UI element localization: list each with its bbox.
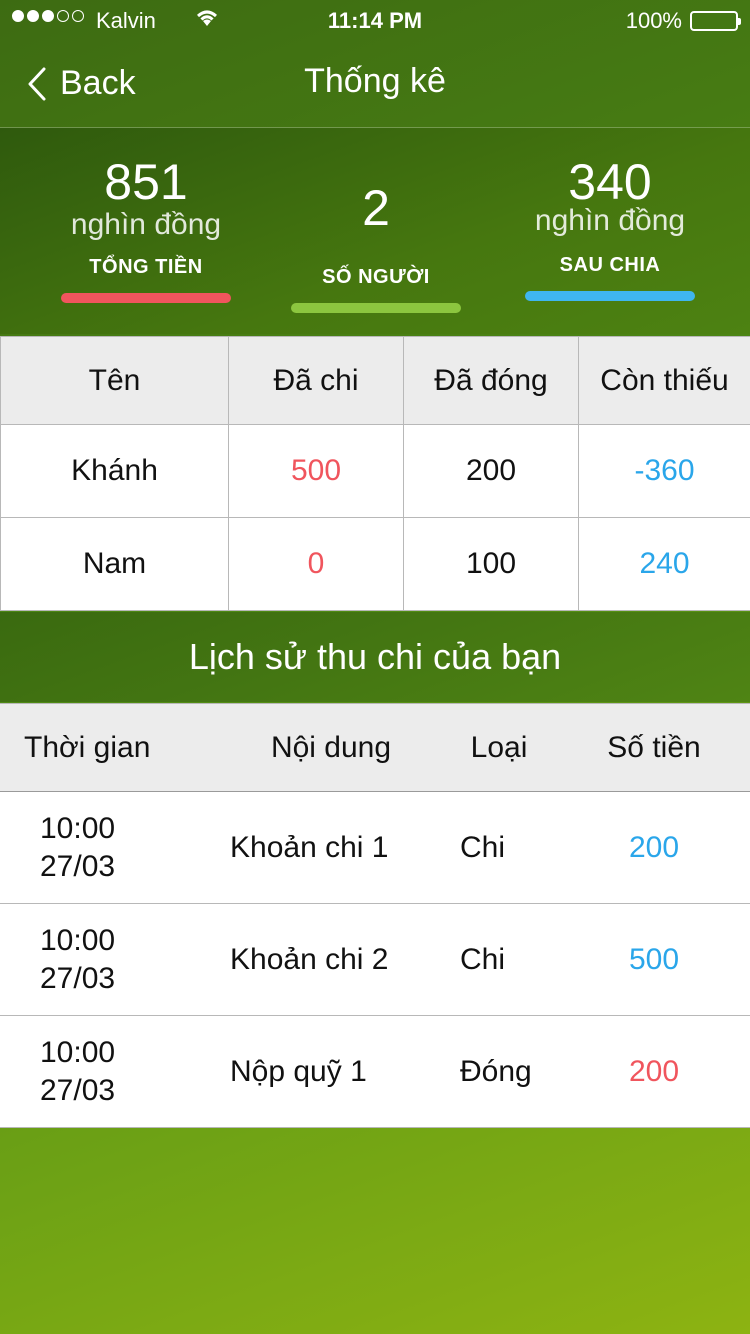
people-count-stat: 2 SỐ NGƯỜI	[256, 180, 496, 313]
battery-percentage: 100%	[625, 8, 682, 33]
column-header-spent: Đã chi	[228, 336, 404, 425]
column-header-time: Thời gian	[0, 703, 222, 792]
split-amount-unit: nghìn đồng	[534, 204, 686, 237]
table-row[interactable]: 10:00 27/03 Khoản chi 2 Chi 500	[0, 903, 750, 1016]
column-header-paid: Đã đóng	[403, 336, 579, 425]
members-table: Tên Đã chi Đã đóng Còn thiếu Khánh 500 2…	[0, 336, 750, 611]
column-header-type: Loại	[440, 703, 558, 792]
total-amount-value: 851	[104, 154, 188, 210]
member-owed: 240	[578, 517, 750, 611]
history-table: Thời gian Nội dung Loại Số tiền 10:00 27…	[0, 703, 750, 1128]
battery-icon	[690, 11, 741, 31]
table-row[interactable]: 10:00 27/03 Nộp quỹ 1 Đóng 200	[0, 1015, 750, 1128]
table-row[interactable]: Khánh 500 200 -360	[0, 424, 750, 518]
history-content: Nộp quỹ 1	[222, 1015, 440, 1128]
history-date: 27/03	[40, 1073, 116, 1107]
navigation-bar: Back Thống kê	[0, 40, 750, 128]
history-type: Đóng	[440, 1015, 558, 1128]
members-table-header: Tên Đã chi Đã đóng Còn thiếu	[0, 336, 750, 425]
total-amount-stat: 851 nghìn đồng TỔNG TIỀN	[26, 154, 266, 303]
total-amount-indicator	[61, 293, 231, 303]
summary-panel: 851 nghìn đồng TỔNG TIỀN 2 SỐ NGƯỜI 340 …	[0, 128, 750, 334]
split-amount-stat: 340 nghìn đồng SAU CHIA	[490, 154, 730, 301]
history-amount: 200	[558, 791, 750, 904]
split-amount-indicator	[525, 291, 695, 301]
history-date: 27/03	[40, 849, 116, 883]
history-datetime: 10:00 27/03	[0, 791, 222, 904]
back-label: Back	[60, 64, 136, 102]
split-amount-label: SAU CHIA	[559, 254, 661, 276]
member-paid: 200	[403, 424, 579, 518]
total-amount-unit: nghìn đồng	[70, 208, 222, 241]
split-amount-value: 340	[568, 154, 652, 210]
history-type: Chi	[440, 791, 558, 904]
history-time: 10:00	[40, 1035, 116, 1069]
member-owed: -360	[578, 424, 750, 518]
back-button[interactable]: Back	[26, 64, 136, 103]
total-amount-label: TỔNG TIỀN	[89, 256, 203, 278]
column-header-amount: Số tiền	[558, 703, 750, 792]
column-header-owed: Còn thiếu	[578, 336, 750, 425]
table-row[interactable]: 10:00 27/03 Khoản chi 1 Chi 200	[0, 791, 750, 904]
member-name: Nam	[0, 517, 229, 611]
people-count-value: 2	[362, 180, 390, 236]
column-header-content: Nội dung	[222, 703, 440, 792]
history-datetime: 10:00 27/03	[0, 903, 222, 1016]
history-datetime: 10:00 27/03	[0, 1015, 222, 1128]
people-count-label: SỐ NGƯỜI	[322, 266, 430, 288]
people-count-indicator	[291, 303, 461, 313]
member-spent: 0	[228, 517, 404, 611]
status-bar: Kalvin 11:14 PM 100%	[0, 0, 750, 40]
history-type: Chi	[440, 903, 558, 1016]
history-content: Khoản chi 2	[222, 903, 440, 1016]
history-section-title: Lịch sử thu chi của bạn	[0, 612, 750, 702]
history-content: Khoản chi 1	[222, 791, 440, 904]
history-amount: 200	[558, 1015, 750, 1128]
history-date: 27/03	[40, 961, 116, 995]
member-paid: 100	[403, 517, 579, 611]
history-table-header: Thời gian Nội dung Loại Số tiền	[0, 703, 750, 792]
member-spent: 500	[228, 424, 404, 518]
history-time: 10:00	[40, 923, 116, 957]
history-amount: 500	[558, 903, 750, 1016]
table-row[interactable]: Nam 0 100 240	[0, 517, 750, 611]
history-time: 10:00	[40, 811, 116, 845]
member-name: Khánh	[0, 424, 229, 518]
column-header-name: Tên	[0, 336, 229, 425]
chevron-left-icon	[28, 67, 46, 100]
